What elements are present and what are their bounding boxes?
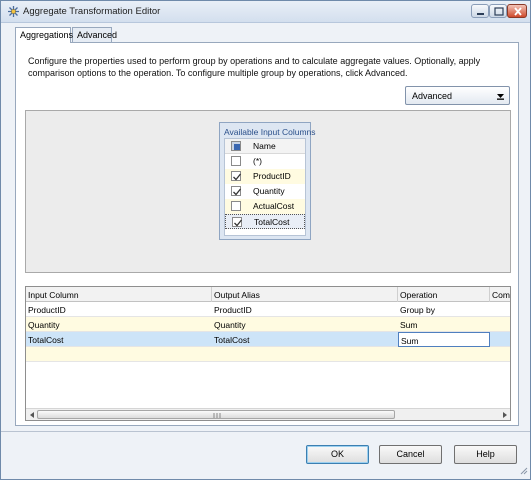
empty-new-row[interactable] bbox=[26, 347, 510, 362]
input-designer-area: Available Input Columns Name (*) Product… bbox=[25, 110, 511, 273]
close-button[interactable] bbox=[507, 4, 527, 18]
scroll-right-icon[interactable] bbox=[500, 410, 510, 420]
column-checkbox[interactable] bbox=[231, 171, 242, 181]
output-alias-cell[interactable]: ProductID bbox=[212, 302, 398, 317]
grid-header: Input Column Output Alias Operation Com bbox=[26, 287, 510, 302]
operation-cell[interactable]: Sum bbox=[398, 317, 490, 332]
table-row[interactable]: Quantity Quantity Sum bbox=[26, 317, 510, 332]
operation-cell[interactable]: Group by bbox=[398, 302, 490, 317]
table-row[interactable]: TotalCost TotalCost Sum bbox=[26, 332, 510, 347]
input-column-row[interactable]: (*) bbox=[225, 154, 305, 169]
name-column-header: Name bbox=[253, 141, 276, 151]
output-alias-cell[interactable]: Quantity bbox=[212, 317, 398, 332]
column-checkbox[interactable] bbox=[231, 201, 241, 211]
input-column-row[interactable]: ActualCost bbox=[225, 199, 305, 214]
input-column-row[interactable]: Quantity bbox=[225, 184, 305, 199]
resize-grip-icon[interactable] bbox=[518, 465, 528, 477]
operation-header[interactable]: Operation bbox=[398, 287, 490, 302]
available-input-columns-box[interactable]: Available Input Columns Name (*) Product… bbox=[219, 122, 316, 240]
column-checkbox[interactable] bbox=[232, 217, 243, 227]
tab-aggregations[interactable]: Aggregations bbox=[15, 27, 73, 43]
cancel-button[interactable]: Cancel bbox=[379, 445, 442, 464]
input-column-name: Quantity bbox=[253, 186, 285, 196]
select-all-row: Name bbox=[225, 139, 305, 154]
window-title: Aggregate Transformation Editor bbox=[23, 6, 161, 17]
scroll-left-icon[interactable] bbox=[27, 410, 37, 420]
input-column-cell[interactable]: Quantity bbox=[26, 317, 212, 332]
aggregate-transformation-editor-window: Aggregate Transformation Editor Aggregat… bbox=[0, 0, 531, 480]
output-alias-header[interactable]: Output Alias bbox=[212, 287, 398, 302]
input-column-name: ProductID bbox=[253, 171, 291, 181]
input-column-row[interactable]: ProductID bbox=[225, 169, 305, 184]
advanced-toggle-button[interactable]: Advanced bbox=[405, 86, 510, 105]
chevron-down-icon bbox=[496, 92, 505, 103]
advanced-toggle-label: Advanced bbox=[412, 91, 453, 101]
tab-advanced[interactable]: Advanced bbox=[72, 27, 117, 42]
operation-dropdown[interactable]: Sum bbox=[398, 332, 490, 347]
help-button[interactable]: Help bbox=[454, 445, 517, 464]
output-alias-cell[interactable]: TotalCost bbox=[212, 332, 398, 347]
comparison-flags-header[interactable]: Com bbox=[490, 287, 510, 302]
table-row[interactable]: ProductID ProductID Group by bbox=[26, 302, 510, 317]
description-text: Configure the properties used to perform… bbox=[28, 56, 481, 78]
input-column-cell[interactable]: ProductID bbox=[26, 302, 212, 317]
scrollbar-thumb[interactable] bbox=[37, 410, 395, 419]
horizontal-scrollbar[interactable] bbox=[26, 408, 510, 420]
column-checkbox[interactable] bbox=[231, 186, 242, 196]
input-column-header[interactable]: Input Column bbox=[26, 287, 212, 302]
maximize-button[interactable] bbox=[489, 4, 507, 18]
input-column-row[interactable]: TotalCost bbox=[225, 214, 305, 229]
minimize-button[interactable] bbox=[471, 4, 489, 18]
aggregations-panel: Configure the properties used to perform… bbox=[15, 42, 519, 426]
ok-button[interactable]: OK bbox=[306, 445, 369, 464]
column-checkbox[interactable] bbox=[231, 156, 241, 166]
select-all-checkbox[interactable] bbox=[231, 141, 241, 151]
title-bar[interactable]: Aggregate Transformation Editor bbox=[1, 1, 530, 23]
available-input-columns-title: Available Input Columns bbox=[224, 127, 316, 137]
input-column-name: TotalCost bbox=[254, 217, 290, 227]
aggregations-grid[interactable]: Input Column Output Alias Operation Com … bbox=[25, 286, 511, 421]
input-column-name: ActualCost bbox=[253, 201, 295, 211]
footer-divider bbox=[1, 431, 530, 432]
input-columns-list: Name (*) ProductID Quantity ActualCost T… bbox=[224, 138, 306, 236]
app-icon bbox=[7, 5, 20, 18]
input-column-cell[interactable]: TotalCost bbox=[26, 332, 212, 347]
input-column-name: (*) bbox=[253, 156, 262, 166]
